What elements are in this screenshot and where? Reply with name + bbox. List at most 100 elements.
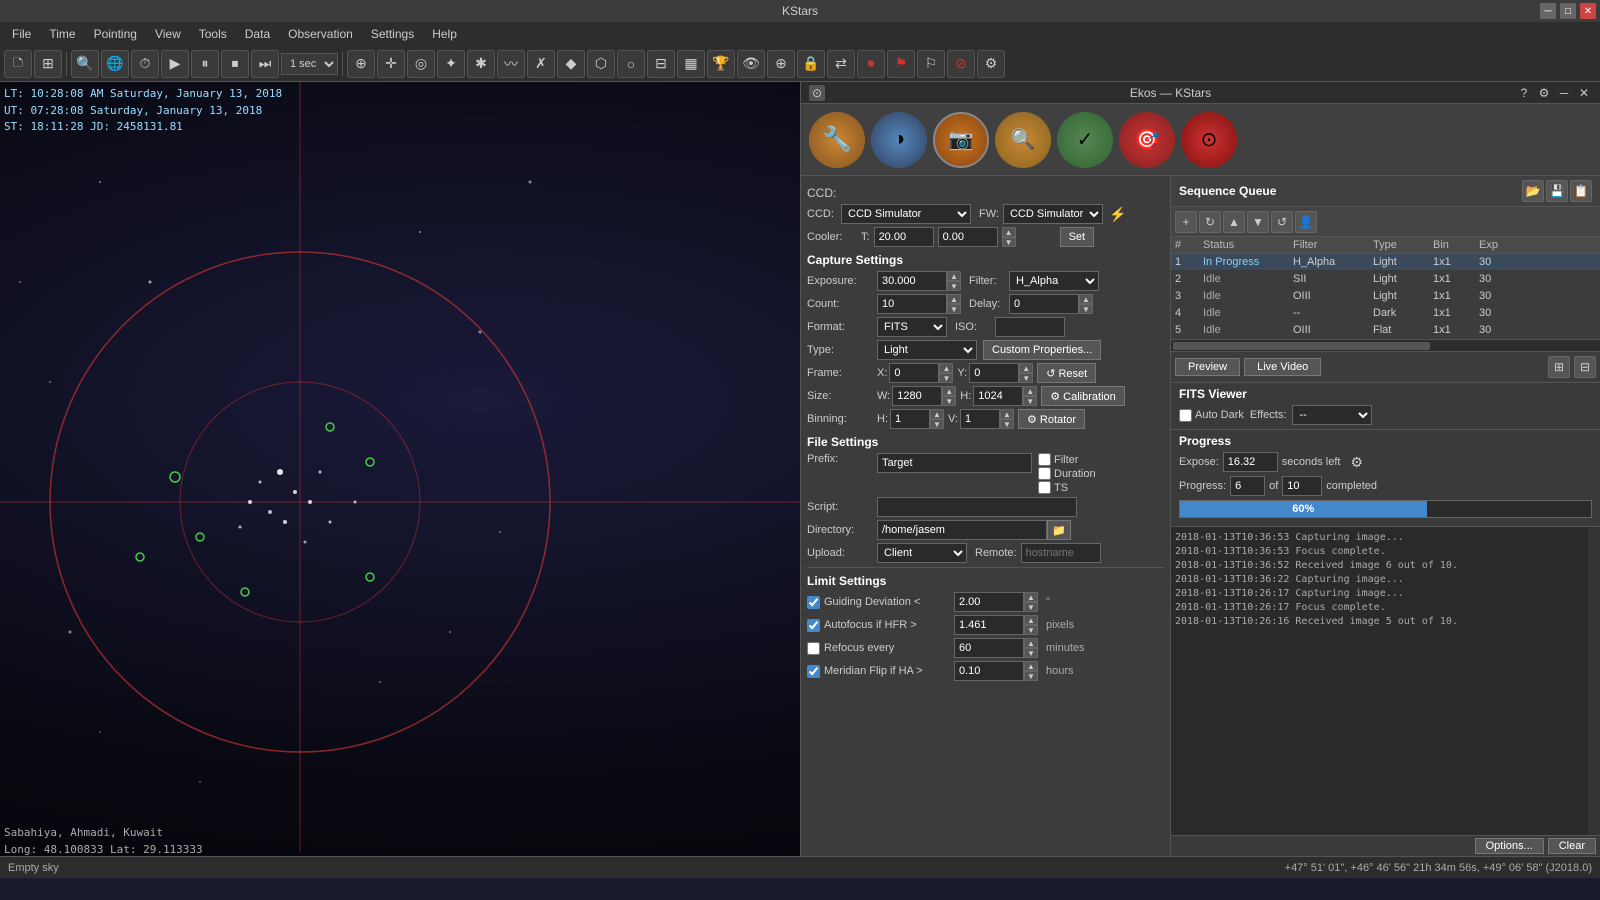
bin-v-spin-up[interactable]: ▲ xyxy=(1000,409,1014,419)
menu-time[interactable]: Time xyxy=(41,25,83,43)
options-btn[interactable]: Options... xyxy=(1475,838,1544,854)
clear-btn[interactable]: Clear xyxy=(1548,838,1596,854)
iso-input[interactable] xyxy=(995,317,1065,337)
directory-input[interactable] xyxy=(877,520,1047,540)
toolbar-star[interactable]: ✦ xyxy=(437,50,465,78)
toolbar-stop2[interactable]: ⊘ xyxy=(947,50,975,78)
autofocus-spin-up[interactable]: ▲ xyxy=(1024,615,1038,625)
seq-btn-load[interactable]: 📂 xyxy=(1522,180,1544,202)
bin-h-input[interactable] xyxy=(890,409,930,429)
meridian-spin-dn[interactable]: ▼ xyxy=(1024,671,1038,681)
size-h-spin-up[interactable]: ▲ xyxy=(1023,386,1037,396)
meridian-spin-up[interactable]: ▲ xyxy=(1024,661,1038,671)
menu-tools[interactable]: Tools xyxy=(191,25,235,43)
frame-x-input[interactable] xyxy=(889,363,939,383)
exposure-input[interactable] xyxy=(877,271,947,291)
upload-select[interactable]: Client xyxy=(877,543,967,563)
module-equipment[interactable]: 🔧 xyxy=(809,112,865,168)
progress-total-input[interactable] xyxy=(1282,476,1322,496)
size-w-spin-dn[interactable]: ▼ xyxy=(942,396,956,406)
guiding-dev-spin-dn[interactable]: ▼ xyxy=(1024,602,1038,612)
menu-file[interactable]: File xyxy=(4,25,39,43)
toolbar-grid2[interactable]: ⊟ xyxy=(647,50,675,78)
toolbar-lock[interactable]: 🔒 xyxy=(797,50,825,78)
toolbar-grid[interactable]: ⊞ xyxy=(34,50,62,78)
format-select[interactable]: FITS xyxy=(877,317,947,337)
meridian-input[interactable] xyxy=(954,661,1024,681)
bin-v-spin-dn[interactable]: ▼ xyxy=(1000,419,1014,429)
module-guide[interactable]: ✓ xyxy=(1057,112,1113,168)
seq-up-btn[interactable]: ▲ xyxy=(1223,211,1245,233)
toolbar-flag[interactable]: ⚑ xyxy=(887,50,915,78)
autofocus-checkbox[interactable] xyxy=(807,619,820,632)
frame-y-input[interactable] xyxy=(969,363,1019,383)
autofocus-input[interactable] xyxy=(954,615,1024,635)
bin-h-spin-up[interactable]: ▲ xyxy=(930,409,944,419)
cooler-temp-input[interactable] xyxy=(874,227,934,247)
frame-y-spin-dn[interactable]: ▼ xyxy=(1019,373,1033,383)
seq-scrollbar-h[interactable] xyxy=(1171,339,1600,351)
toolbar-hexagon[interactable]: ⬡ xyxy=(587,50,615,78)
ekos-settings[interactable]: ⚙ xyxy=(1536,85,1552,101)
exposure-spin-dn[interactable]: ▼ xyxy=(947,281,961,291)
cooler-spin-dn[interactable]: ▼ xyxy=(1002,237,1016,247)
table-row[interactable]: 4 Idle -- Dark 1x1 30 xyxy=(1171,305,1600,322)
fw-select[interactable]: CCD Simulator xyxy=(1003,204,1103,224)
size-h-spin-dn[interactable]: ▼ xyxy=(1023,396,1037,406)
delay-input[interactable] xyxy=(1009,294,1079,314)
toolbar-arrows2[interactable]: ⇄ xyxy=(827,50,855,78)
toolbar-flag2[interactable]: ⚐ xyxy=(917,50,945,78)
menu-pointing[interactable]: Pointing xyxy=(86,25,145,43)
module-analyze[interactable]: ⊙ xyxy=(1181,112,1237,168)
toolbar-stop[interactable]: ⏹ xyxy=(221,50,249,78)
module-align[interactable]: ◑ xyxy=(871,112,927,168)
table-row[interactable]: 2 Idle SII Light 1x1 30 xyxy=(1171,271,1600,288)
size-w-input[interactable] xyxy=(892,386,942,406)
minimize-btn[interactable]: ─ xyxy=(1540,3,1556,19)
toolbar-cross[interactable]: ✗ xyxy=(527,50,555,78)
toolbar-clock[interactable]: ⏱ xyxy=(131,50,159,78)
ts-checkbox[interactable] xyxy=(1038,481,1051,494)
toolbar-cup[interactable]: 🏆 xyxy=(707,50,735,78)
toolbar-play[interactable]: ▶ xyxy=(161,50,189,78)
script-input[interactable] xyxy=(877,497,1077,517)
cooler-set-btn[interactable]: Set xyxy=(1060,227,1095,247)
toolbar-reticle[interactable]: ⊕ xyxy=(767,50,795,78)
progress-current-input[interactable] xyxy=(1230,476,1265,496)
maximize-btn[interactable]: □ xyxy=(1560,3,1576,19)
expose-input[interactable] xyxy=(1223,452,1278,472)
module-focus[interactable]: 🔍 xyxy=(995,112,1051,168)
rotator-btn[interactable]: ⚙ Rotator xyxy=(1018,409,1085,429)
remote-input[interactable] xyxy=(1021,543,1101,563)
toolbar-table[interactable]: ▦ xyxy=(677,50,705,78)
seq-down-btn[interactable]: ▼ xyxy=(1247,211,1269,233)
live-video-btn[interactable]: Live Video xyxy=(1244,358,1321,376)
effects-select[interactable]: -- xyxy=(1292,405,1372,425)
frame-x-spin-up[interactable]: ▲ xyxy=(939,363,953,373)
reset-btn[interactable]: ↺ Reset xyxy=(1037,363,1096,383)
menu-observation[interactable]: Observation xyxy=(280,25,361,43)
auto-dark-checkbox[interactable] xyxy=(1179,409,1192,422)
seq-scroll-thumb[interactable] xyxy=(1173,342,1430,350)
ekos-help[interactable]: ? xyxy=(1516,85,1532,101)
seq-action-btn1[interactable]: ⊞ xyxy=(1548,356,1570,378)
module-capture[interactable]: 📷 xyxy=(933,112,989,168)
refocus-spin-dn[interactable]: ▼ xyxy=(1024,648,1038,658)
toolbar-arrows[interactable]: ⊕ xyxy=(347,50,375,78)
guiding-dev-spin-up[interactable]: ▲ xyxy=(1024,592,1038,602)
calibration-btn[interactable]: ⚙ Calibration xyxy=(1041,386,1125,406)
cooler-power-input[interactable] xyxy=(938,227,998,247)
toolbar-step[interactable]: ⏭ xyxy=(251,50,279,78)
frame-y-spin-up[interactable]: ▲ xyxy=(1019,363,1033,373)
seq-delete-btn[interactable]: ↺ xyxy=(1271,211,1293,233)
directory-browse-btn[interactable]: 📁 xyxy=(1047,520,1071,540)
delay-spin-dn[interactable]: ▼ xyxy=(1079,304,1093,314)
ekos-minimize[interactable]: ─ xyxy=(1556,85,1572,101)
toolbar-settings2[interactable]: ⚙ xyxy=(977,50,1005,78)
bin-h-spin-dn[interactable]: ▼ xyxy=(930,419,944,429)
refocus-spin-up[interactable]: ▲ xyxy=(1024,638,1038,648)
autofocus-spin-dn[interactable]: ▼ xyxy=(1024,625,1038,635)
ccd-select[interactable]: CCD Simulator xyxy=(841,204,971,224)
guiding-dev-checkbox[interactable] xyxy=(807,596,820,609)
prefix-input[interactable] xyxy=(877,453,1032,473)
